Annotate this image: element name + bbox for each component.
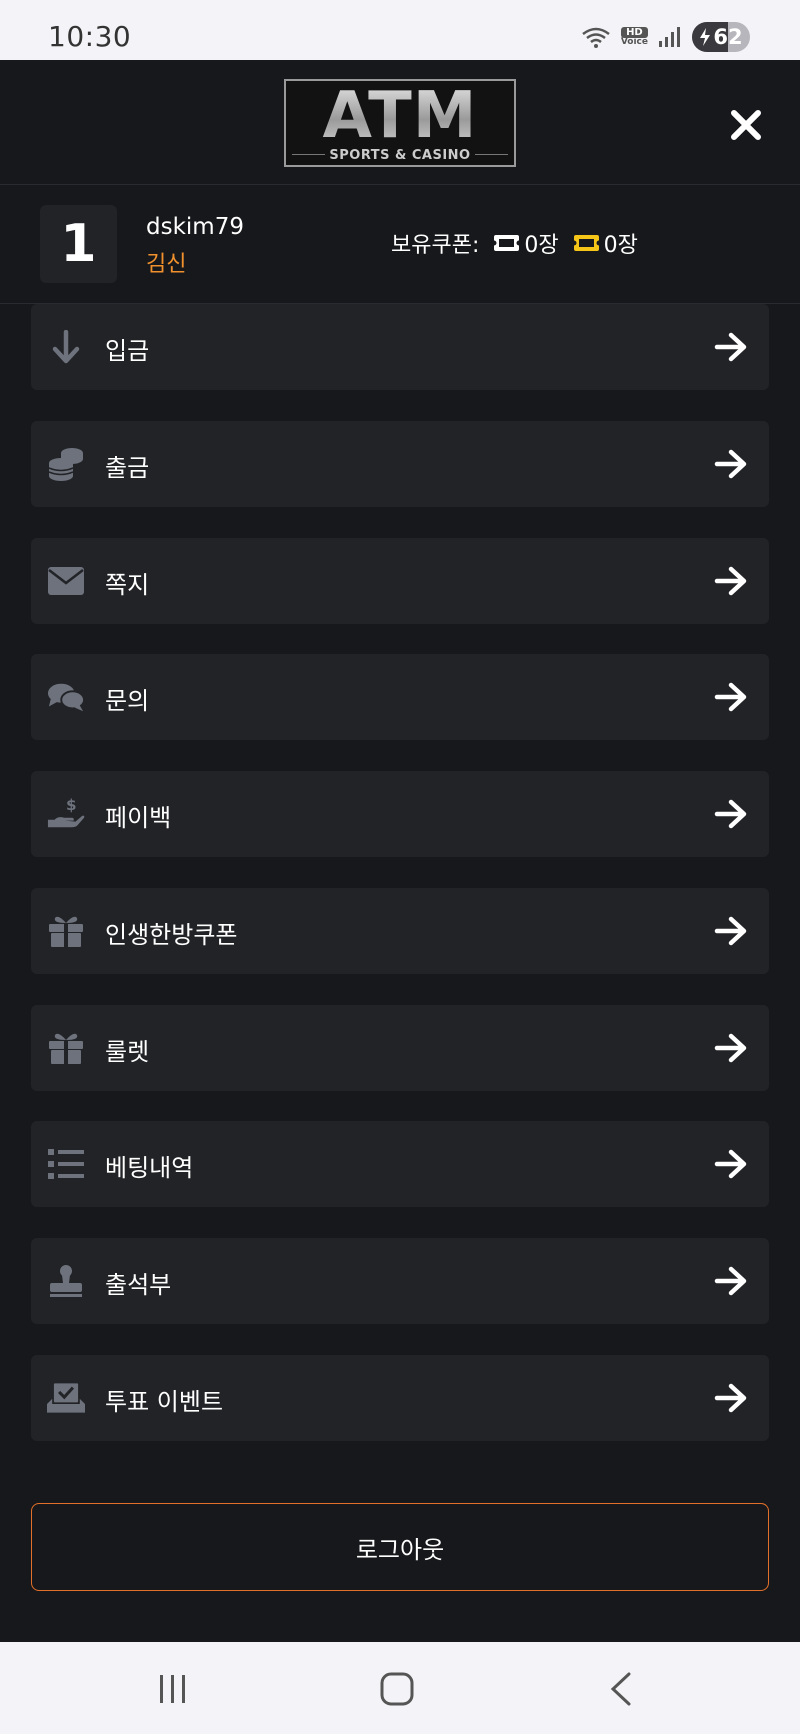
- arrow-right-icon: [714, 449, 747, 479]
- battery-level: 62: [713, 25, 743, 49]
- wifi-icon: [582, 27, 610, 48]
- user-grade: 김신: [146, 252, 187, 277]
- menu-label: 입금: [105, 337, 150, 365]
- battery-indicator: 62: [692, 22, 750, 52]
- ticket-white-icon: [493, 235, 521, 251]
- signal-icon: [659, 27, 680, 47]
- system-nav-bar: [0, 1642, 800, 1734]
- stamp-icon: [47, 1260, 85, 1302]
- close-icon[interactable]: [726, 105, 766, 145]
- back-button[interactable]: [597, 1664, 647, 1714]
- ticket-yellow-icon: [572, 235, 600, 251]
- arrow-right-icon: [714, 682, 747, 712]
- menu-item-roulette[interactable]: 룰렛: [31, 1005, 769, 1091]
- menu-item-vote-event[interactable]: 투표 이벤트: [31, 1355, 769, 1441]
- coupon-yellow-count: 0장: [603, 233, 638, 258]
- back-icon: [610, 1672, 631, 1706]
- status-icons: HD Voice 62: [581, 22, 750, 52]
- logo-tagline: SPORTS & CASINO: [286, 148, 514, 163]
- menu-item-attendance[interactable]: 출석부: [31, 1238, 769, 1324]
- arrow-right-icon: [714, 916, 747, 946]
- arrow-right-icon: [714, 1149, 747, 1179]
- envelope-icon: [47, 560, 85, 602]
- atm-logo[interactable]: ATM SPORTS & CASINO: [284, 79, 516, 167]
- menu-label: 인생한방쿠폰: [105, 921, 238, 949]
- coupon-white-count: 0장: [524, 233, 559, 258]
- menu-label: 페이백: [105, 804, 172, 832]
- app-header: ATM SPORTS & CASINO: [0, 60, 800, 185]
- menu-item-betting-history[interactable]: 베팅내역: [31, 1121, 769, 1207]
- home-button[interactable]: [372, 1664, 422, 1714]
- status-time: 10:30: [48, 20, 132, 53]
- logo-tagline-text: SPORTS & CASINO: [325, 148, 475, 163]
- vote-box-icon: [47, 1377, 85, 1419]
- home-icon: [380, 1672, 414, 1706]
- menu-item-inquiry[interactable]: 문의: [31, 654, 769, 740]
- coupon-summary: 보유쿠폰: 0장 0장: [391, 227, 638, 259]
- menu-label: 베팅내역: [105, 1154, 194, 1182]
- arrow-right-icon: [714, 566, 747, 596]
- recent-apps-icon: [160, 1675, 185, 1703]
- arrow-down-icon: [47, 326, 85, 368]
- menu-item-payback[interactable]: $ 페이백: [31, 771, 769, 857]
- hd-voice-icon: HD Voice: [620, 27, 648, 47]
- user-info-bar: 1 dskim79 김신 보유쿠폰: 0장 0장: [0, 186, 800, 304]
- username: dskim79: [146, 214, 244, 240]
- list-icon: [47, 1143, 85, 1185]
- arrow-right-icon: [714, 332, 747, 362]
- level-badge: 1: [40, 205, 117, 283]
- charging-bolt-icon: [700, 28, 711, 46]
- coins-icon: [47, 443, 85, 485]
- coupon-label: 보유쿠폰:: [391, 233, 480, 258]
- arrow-right-icon: [714, 1266, 747, 1296]
- recent-apps-button[interactable]: [148, 1664, 198, 1714]
- menu-item-messages[interactable]: 쪽지: [31, 538, 769, 624]
- gift-icon: [47, 1027, 85, 1069]
- arrow-right-icon: [714, 1383, 747, 1413]
- menu-label: 쪽지: [105, 571, 150, 599]
- chat-bubbles-icon: [47, 676, 85, 718]
- menu-item-withdraw[interactable]: 출금: [31, 421, 769, 507]
- menu-label: 출석부: [105, 1271, 172, 1299]
- menu-item-life-coupon[interactable]: 인생한방쿠폰: [31, 888, 769, 974]
- menu-label: 룰렛: [105, 1038, 150, 1066]
- menu-label: 문의: [105, 687, 150, 715]
- logout-button[interactable]: 로그아웃: [31, 1503, 769, 1591]
- arrow-right-icon: [714, 1033, 747, 1063]
- hand-dollar-icon: $: [47, 793, 85, 835]
- status-bar: 10:30 HD Voice 62: [0, 0, 800, 60]
- menu-label: 출금: [105, 454, 150, 482]
- menu-item-deposit[interactable]: 입금: [31, 304, 769, 390]
- svg-text:$: $: [66, 796, 77, 814]
- arrow-right-icon: [714, 799, 747, 829]
- menu-label: 투표 이벤트: [105, 1388, 224, 1416]
- voice-label: Voice: [620, 37, 648, 47]
- gift-icon: [47, 910, 85, 952]
- logo-text: ATM: [286, 83, 514, 149]
